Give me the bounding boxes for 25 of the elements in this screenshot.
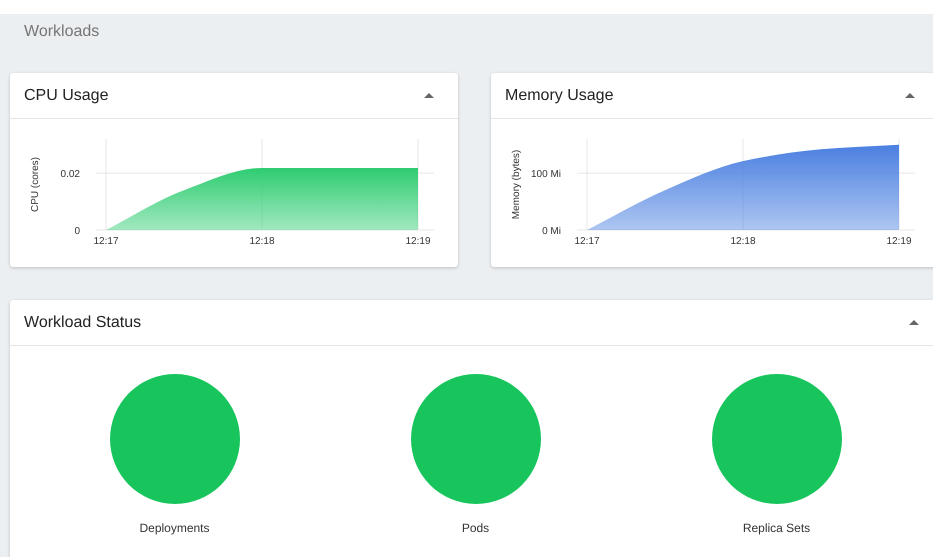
status-pie-icon [410,374,540,504]
x-tick-label: 12:19 [886,236,912,247]
card-title: CPU Usage [24,86,108,104]
x-tick-label: 12:19 [405,236,431,247]
x-tick-label: 12:18 [249,236,275,247]
y-tick-label: 0.02 [60,169,80,180]
collapse-caret-icon[interactable] [909,320,919,325]
card-title: Memory Usage [505,86,614,104]
page-title: Workloads [23,22,100,42]
card-title: Workload Status [24,314,142,332]
status-pie-icon [712,374,842,504]
status-label: Pods [462,521,490,535]
x-tick-label: 12:17 [574,236,600,247]
y-tick-label: 0 Mi [542,226,561,237]
y-tick-label: 0 [74,226,80,237]
status-label: Deployments [139,521,210,535]
collapse-caret-icon[interactable] [424,93,434,98]
status-label: Replica Sets [742,521,810,535]
x-tick-label: 12:17 [93,236,119,247]
y-axis-label: Memory (bytes) [511,150,522,220]
x-tick-label: 12:18 [730,236,756,247]
y-axis-label: CPU (cores) [30,157,41,212]
y-tick-label: 100 Mi [530,169,561,180]
status-pie-icon [110,374,240,504]
collapse-caret-icon[interactable] [905,93,915,98]
